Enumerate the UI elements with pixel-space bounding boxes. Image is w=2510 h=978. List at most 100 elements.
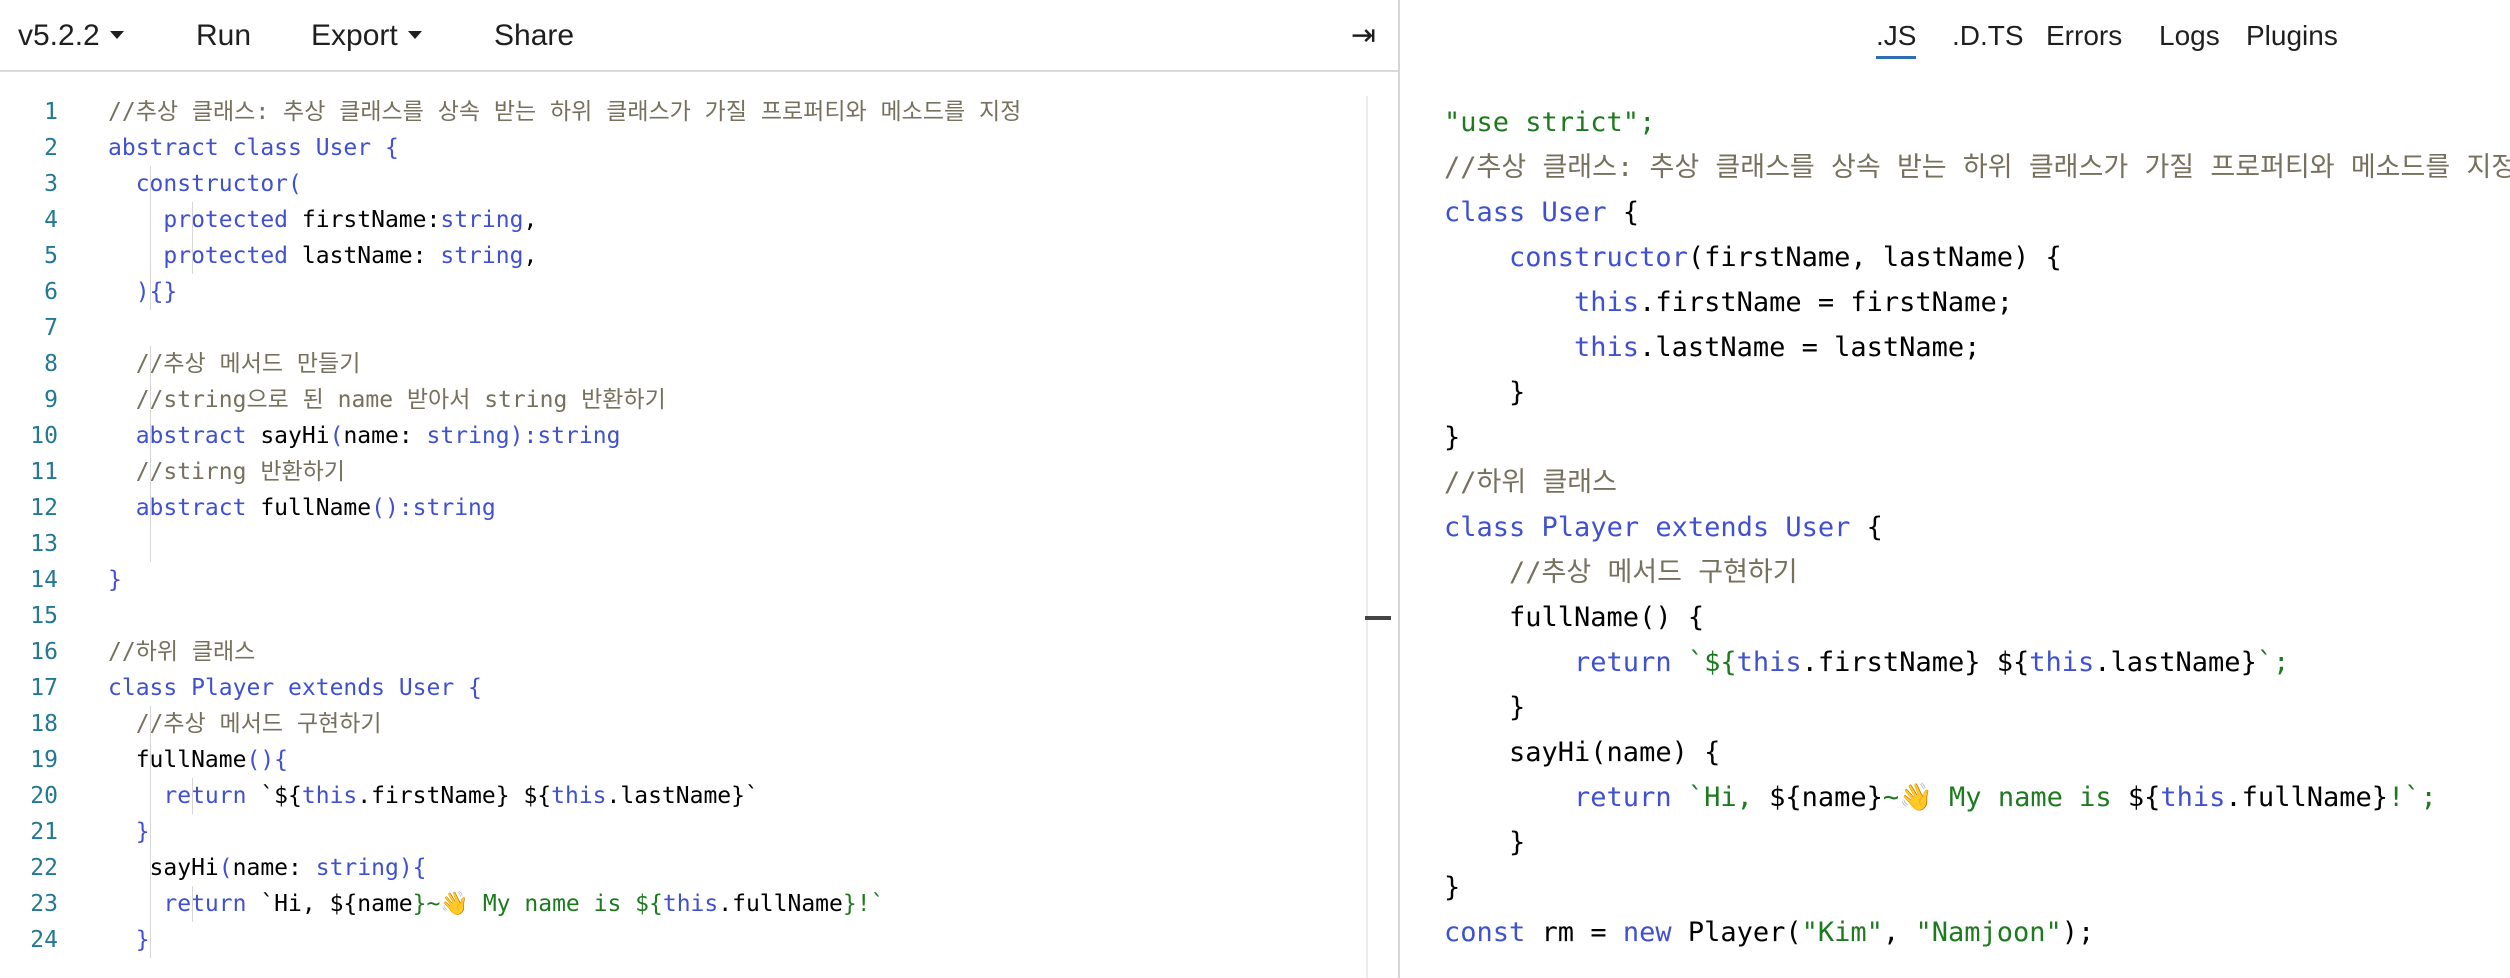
code-line[interactable]: 4 protected firstName:string, bbox=[0, 202, 1360, 238]
code-line[interactable]: 23 return `Hi, ${name}~👋 My name is ${th… bbox=[0, 886, 1360, 922]
code-token: sayHi bbox=[108, 855, 219, 881]
code-line[interactable]: 10 abstract sayHi(name: string):string bbox=[0, 418, 1360, 454]
code-token: lastName bbox=[302, 243, 413, 269]
code-token: } ${ bbox=[496, 783, 551, 809]
code-text: //string으로 된 name 받아서 string 반환하기 bbox=[108, 382, 666, 418]
line-number: 18 bbox=[0, 706, 58, 742]
code-token: this bbox=[302, 783, 357, 809]
code-token: string bbox=[440, 243, 523, 269]
output-token: } bbox=[1444, 827, 1525, 858]
run-button[interactable]: Run bbox=[196, 16, 251, 56]
code-token: class bbox=[108, 675, 191, 701]
output-token: } bbox=[1444, 422, 1460, 453]
code-line[interactable]: 17class Player extends User { bbox=[0, 670, 1360, 706]
output-token: User bbox=[1785, 512, 1850, 543]
code-line[interactable]: 3 constructor( bbox=[0, 166, 1360, 202]
editor-pane: v5.2.2 Run Export Share ⇥ 1//추상 클래스: 추상 … bbox=[0, 0, 1398, 978]
code-line[interactable]: 13 bbox=[0, 526, 1360, 562]
code-line[interactable]: 8 //추상 메서드 만들기 bbox=[0, 346, 1360, 382]
output-line: } bbox=[1444, 685, 1525, 730]
code-token: .lastName bbox=[607, 783, 732, 809]
code-token: : bbox=[413, 243, 441, 269]
code-token: }!` bbox=[843, 891, 885, 917]
output-token: `${ bbox=[1688, 647, 1737, 678]
code-line[interactable]: 14} bbox=[0, 562, 1360, 598]
code-line[interactable]: 20 return `${this.firstName} ${this.last… bbox=[0, 778, 1360, 814]
tab-plugins[interactable]: Plugins bbox=[2246, 16, 2338, 56]
output-token: this bbox=[1444, 332, 1639, 363]
line-number: 10 bbox=[0, 418, 58, 454]
code-line[interactable]: 19 fullName(){ bbox=[0, 742, 1360, 778]
output-line: class Player extends User { bbox=[1444, 505, 1883, 550]
code-text: //stirng 반환하기 bbox=[108, 454, 345, 490]
indent-guide bbox=[192, 886, 193, 922]
code-line[interactable]: 7 bbox=[0, 310, 1360, 346]
indent-guide bbox=[192, 202, 193, 274]
code-line[interactable]: 18 //추상 메서드 구현하기 bbox=[0, 706, 1360, 742]
code-line[interactable]: 16//하위 클래스 bbox=[0, 634, 1360, 670]
export-dropdown[interactable]: Export bbox=[311, 16, 422, 56]
tab-js[interactable]: .JS bbox=[1876, 16, 1916, 59]
code-text: ){} bbox=[108, 274, 177, 310]
code-token: name bbox=[357, 891, 412, 917]
output-token: User bbox=[1542, 197, 1607, 228]
editor-scrollbar[interactable] bbox=[1366, 96, 1368, 978]
code-token: .firstName bbox=[357, 783, 495, 809]
line-number: 11 bbox=[0, 454, 58, 490]
code-line[interactable]: 6 ){} bbox=[0, 274, 1360, 310]
line-number: 3 bbox=[0, 166, 58, 202]
share-button[interactable]: Share bbox=[494, 16, 574, 56]
code-token: User bbox=[316, 135, 371, 161]
collapse-sidebar-icon[interactable]: ⇥ bbox=[1351, 16, 1376, 56]
code-token: : bbox=[288, 855, 316, 881]
code-token: ): bbox=[510, 423, 538, 449]
output-line: this.lastName = lastName; bbox=[1444, 325, 1980, 370]
code-line[interactable]: 24 } bbox=[0, 922, 1360, 958]
code-line[interactable]: 1//추상 클래스: 추상 클래스를 상속 받는 하위 클래스가 가질 프로퍼티… bbox=[0, 94, 1360, 130]
output-token: .firstName} ${ bbox=[1802, 647, 2030, 678]
code-text: protected firstName:string, bbox=[108, 202, 537, 238]
output-token: { bbox=[1850, 512, 1883, 543]
code-token: }~👋 My name is ${ bbox=[413, 891, 663, 917]
version-dropdown[interactable]: v5.2.2 bbox=[18, 16, 124, 56]
indent-guide bbox=[150, 166, 151, 310]
code-token: , bbox=[523, 243, 537, 269]
line-number: 24 bbox=[0, 922, 58, 958]
code-token: string bbox=[537, 423, 620, 449]
code-token: } bbox=[108, 819, 150, 845]
code-line[interactable]: 11 //stirng 반환하기 bbox=[0, 454, 1360, 490]
output-line: } bbox=[1444, 865, 1460, 910]
tab-dts[interactable]: .D.TS bbox=[1952, 16, 2024, 56]
line-number: 2 bbox=[0, 130, 58, 166]
code-line[interactable]: 22 sayHi(name: string){ bbox=[0, 850, 1360, 886]
code-text: } bbox=[108, 562, 122, 598]
output-token: .firstName = firstName; bbox=[1639, 287, 2013, 318]
code-token: `${ bbox=[260, 783, 302, 809]
tab-errors[interactable]: Errors bbox=[2046, 16, 2122, 56]
code-text: return `Hi, ${name}~👋 My name is ${this.… bbox=[108, 886, 884, 922]
output-token: !`; bbox=[2388, 782, 2437, 813]
indent-guide bbox=[150, 346, 151, 562]
output-line: return `${this.firstName} ${this.lastNam… bbox=[1444, 640, 2289, 685]
code-text: abstract sayHi(name: string):string bbox=[108, 418, 620, 454]
code-editor[interactable]: 1//추상 클래스: 추상 클래스를 상속 받는 하위 클래스가 가질 프로퍼티… bbox=[0, 76, 1370, 978]
code-line[interactable]: 15 bbox=[0, 598, 1360, 634]
code-token: }` bbox=[731, 783, 759, 809]
code-line[interactable]: 12 abstract fullName():string bbox=[0, 490, 1360, 526]
tab-logs[interactable]: Logs bbox=[2159, 16, 2220, 56]
code-line[interactable]: 9 //string으로 된 name 받아서 string 반환하기 bbox=[0, 382, 1360, 418]
output-token: this bbox=[2160, 782, 2225, 813]
output-line: } bbox=[1444, 820, 1525, 865]
output-token: extends bbox=[1655, 512, 1785, 543]
code-token: extends bbox=[288, 675, 399, 701]
line-number: 16 bbox=[0, 634, 58, 670]
output-token: ${name} bbox=[1769, 782, 1883, 813]
code-line[interactable]: 21 } bbox=[0, 814, 1360, 850]
code-line[interactable]: 5 protected lastName: string, bbox=[0, 238, 1360, 274]
code-text: fullName(){ bbox=[108, 742, 288, 778]
line-number: 7 bbox=[0, 310, 58, 346]
output-token: `; bbox=[2257, 647, 2290, 678]
output-token: this bbox=[1444, 287, 1639, 318]
code-line[interactable]: 2abstract class User { bbox=[0, 130, 1360, 166]
code-token: sayHi bbox=[260, 423, 329, 449]
